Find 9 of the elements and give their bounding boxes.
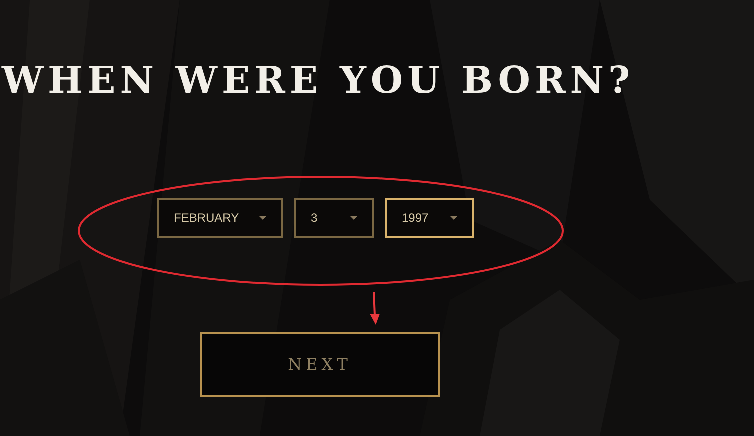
caret-icon: [450, 216, 458, 220]
date-dropdown[interactable]: 1997: [385, 198, 474, 238]
date-dropdown[interactable]: 3: [294, 198, 374, 238]
annotation-arrow: [370, 292, 380, 325]
date-dropdown[interactable]: FEBRUARY: [157, 198, 283, 238]
next-button[interactable]: NEXT: [200, 332, 440, 397]
caret-icon: [350, 216, 358, 220]
page-heading: WHEN WERE YOU BORN?: [2, 57, 636, 104]
caret-icon: [259, 216, 267, 220]
